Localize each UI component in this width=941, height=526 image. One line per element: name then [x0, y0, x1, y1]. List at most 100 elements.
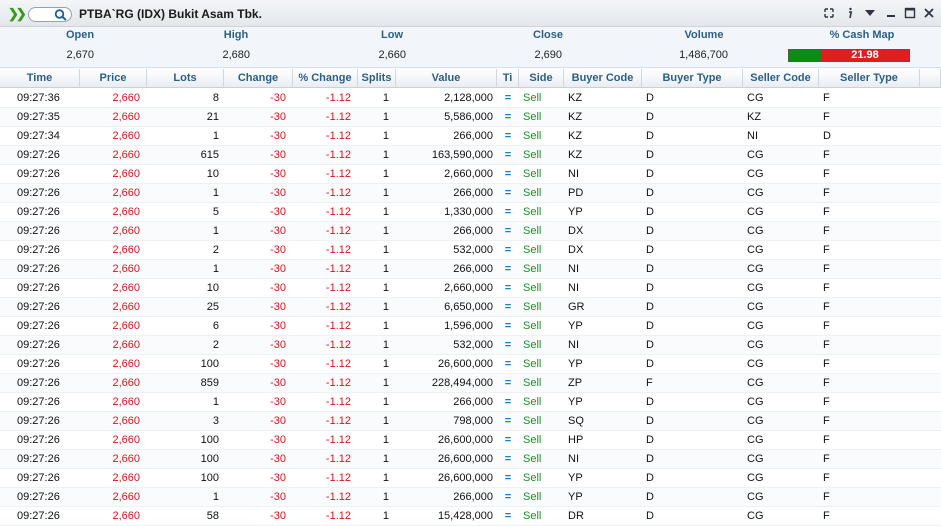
cell-lots: 8	[212, 92, 219, 104]
cell-lots: 2	[212, 339, 219, 351]
table-row[interactable]: 09:27:26 2,660 1 -30 -1.12 1 266,000 = Sell NI D CG…	[0, 260, 941, 279]
cell-splits: 1	[382, 453, 389, 465]
cell-pct-change: -1.12	[325, 320, 351, 332]
cell-pct-change: -1.12	[325, 225, 351, 237]
column-header-splits[interactable]: Splits	[358, 69, 396, 88]
cell-time: 09:27:34	[17, 130, 60, 142]
cell-time: 09:27:26	[17, 434, 60, 446]
search-icon[interactable]	[54, 9, 68, 21]
dropdown-triangle-icon[interactable]	[863, 6, 877, 20]
table-row[interactable]: 09:27:26 2,660 2 -30 -1.12 1 532,000 = Sell NI D CG…	[0, 336, 941, 355]
cell-side: Sell	[523, 206, 542, 218]
column-header-lots[interactable]: Lots	[147, 69, 224, 88]
cell-change: -30	[270, 472, 286, 484]
cell-side: Sell	[523, 187, 542, 199]
table-row[interactable]: 09:27:26 2,660 100 -30 -1.12 1 26,600,000 = Sell…	[0, 355, 941, 374]
table-row[interactable]: 09:27:26 2,660 10 -30 -1.12 1 2,660,000 = Sell NI…	[0, 279, 941, 298]
cell-buyer-code: YP	[568, 320, 583, 332]
column-header-pct-change[interactable]: % Change	[293, 69, 358, 88]
table-row[interactable]: 09:27:26 2,660 1 -30 -1.12 1 266,000 = Sell YP D CG…	[0, 393, 941, 412]
close-label: Close	[533, 29, 563, 41]
column-header-change[interactable]: Change	[224, 69, 293, 88]
cell-buyer-code: GR	[568, 301, 585, 313]
column-header-buyer-code[interactable]: Buyer Code	[564, 69, 642, 88]
table-row[interactable]: 09:27:26 2,660 1 -30 -1.12 1 266,000 = Sell DX D CG…	[0, 222, 941, 241]
minimize-icon[interactable]	[884, 6, 898, 20]
table-row[interactable]: 09:27:26 2,660 3 -30 -1.12 1 798,000 = Sell SQ D CG…	[0, 412, 941, 431]
column-header-time[interactable]: Time	[0, 69, 80, 88]
column-header-seller-type[interactable]: Seller Type	[819, 69, 920, 88]
search-input[interactable]	[28, 7, 72, 22]
volume-label: Volume	[684, 29, 724, 41]
column-header-buyer-type[interactable]: Buyer Type	[642, 69, 743, 88]
cell-side: Sell	[523, 434, 542, 446]
cell-time: 09:27:26	[17, 339, 60, 351]
cell-value: 2,128,000	[444, 92, 493, 104]
cell-time: 09:27:26	[17, 225, 60, 237]
info-icon[interactable]	[843, 6, 857, 20]
cell-side: Sell	[523, 358, 542, 370]
column-header-seller-code[interactable]: Seller Code	[743, 69, 819, 88]
cell-buyer-type: D	[646, 206, 654, 218]
close-icon[interactable]	[922, 6, 936, 20]
cell-price: 2,660	[112, 472, 140, 484]
cell-pct-change: -1.12	[325, 491, 351, 503]
cell-seller-type: F	[823, 510, 830, 522]
cell-price: 2,660	[112, 358, 140, 370]
cell-buyer-code: DX	[568, 244, 584, 256]
table-row[interactable]: 09:27:26 2,660 859 -30 -1.12 1 228,494,000 = Sel…	[0, 374, 941, 393]
table-row[interactable]: 09:27:26 2,660 58 -30 -1.12 1 15,428,000 = Sell D…	[0, 507, 941, 526]
table-row[interactable]: 09:27:26 2,660 5 -30 -1.12 1 1,330,000 = Sell YP D…	[0, 203, 941, 222]
trade-table-body: 09:27:36 2,660 8 -30 -1.12 1 2,128,000 = Sell KZ D…	[0, 89, 941, 526]
cell-side: Sell	[523, 320, 542, 332]
cell-seller-code: CG	[747, 434, 764, 446]
cell-side: Sell	[523, 510, 542, 522]
maximize-icon[interactable]	[903, 6, 917, 20]
table-row[interactable]: 09:27:26 2,660 2 -30 -1.12 1 532,000 = Sell DX D CG…	[0, 241, 941, 260]
link-icon[interactable]	[822, 6, 836, 20]
table-row[interactable]: 09:27:26 2,660 100 -30 -1.12 1 26,600,000 = Sell…	[0, 450, 941, 469]
cell-price: 2,660	[112, 149, 140, 161]
cell-pct-change: -1.12	[325, 510, 351, 522]
cell-buyer-type: D	[646, 510, 654, 522]
cell-splits: 1	[382, 111, 389, 123]
cell-change: -30	[270, 434, 286, 446]
window-title: PTBA`RG (IDX) Bukit Asam Tbk.	[79, 7, 262, 21]
cell-price: 2,660	[112, 510, 140, 522]
cell-time: 09:27:26	[17, 206, 60, 218]
column-header-value[interactable]: Value	[396, 69, 497, 88]
table-row[interactable]: 09:27:35 2,660 21 -30 -1.12 1 5,586,000 = Sell KZ…	[0, 108, 941, 127]
cell-splits: 1	[382, 187, 389, 199]
table-row[interactable]: 09:27:34 2,660 1 -30 -1.12 1 266,000 = Sell KZ D NI…	[0, 127, 941, 146]
cell-change: -30	[270, 168, 286, 180]
cell-ti: =	[504, 244, 512, 256]
cell-seller-code: CG	[747, 225, 764, 237]
cell-change: -30	[270, 111, 286, 123]
cell-buyer-code: KZ	[568, 92, 583, 104]
table-row[interactable]: 09:27:26 2,660 1 -30 -1.12 1 266,000 = Sell YP D CG…	[0, 488, 941, 507]
chevron-right-double-icon[interactable]: ❯❯	[8, 6, 27, 22]
cell-ti: =	[504, 415, 512, 427]
table-row[interactable]: 09:27:26 2,660 25 -30 -1.12 1 6,650,000 = Sell GR…	[0, 298, 941, 317]
cell-change: -30	[270, 358, 286, 370]
cell-value: 266,000	[453, 396, 493, 408]
table-row[interactable]: 09:27:36 2,660 8 -30 -1.12 1 2,128,000 = Sell KZ D…	[0, 89, 941, 108]
table-row[interactable]: 09:27:26 2,660 615 -30 -1.12 1 163,590,000 = Sel…	[0, 146, 941, 165]
cell-ti: =	[504, 396, 512, 408]
column-header-ti[interactable]: Ti	[497, 69, 519, 88]
cell-price: 2,660	[112, 187, 140, 199]
table-row[interactable]: 09:27:26 2,660 100 -30 -1.12 1 26,600,000 = Sell…	[0, 469, 941, 488]
cell-price: 2,660	[112, 206, 140, 218]
table-row[interactable]: 09:27:26 2,660 1 -30 -1.12 1 266,000 = Sell PD D CG…	[0, 184, 941, 203]
cell-change: -30	[270, 149, 286, 161]
cell-lots: 5	[212, 206, 219, 218]
column-header-side[interactable]: Side	[519, 69, 564, 88]
cell-buyer-code: NI	[568, 453, 579, 465]
cell-seller-code: CG	[747, 301, 764, 313]
table-row[interactable]: 09:27:26 2,660 6 -30 -1.12 1 1,596,000 = Sell YP D…	[0, 317, 941, 336]
column-header-price[interactable]: Price	[80, 69, 147, 88]
table-row[interactable]: 09:27:26 2,660 10 -30 -1.12 1 2,660,000 = Sell NI…	[0, 165, 941, 184]
cell-buyer-code: YP	[568, 491, 583, 503]
table-row[interactable]: 09:27:26 2,660 100 -30 -1.12 1 26,600,000 = Sell…	[0, 431, 941, 450]
cell-price: 2,660	[112, 491, 140, 503]
